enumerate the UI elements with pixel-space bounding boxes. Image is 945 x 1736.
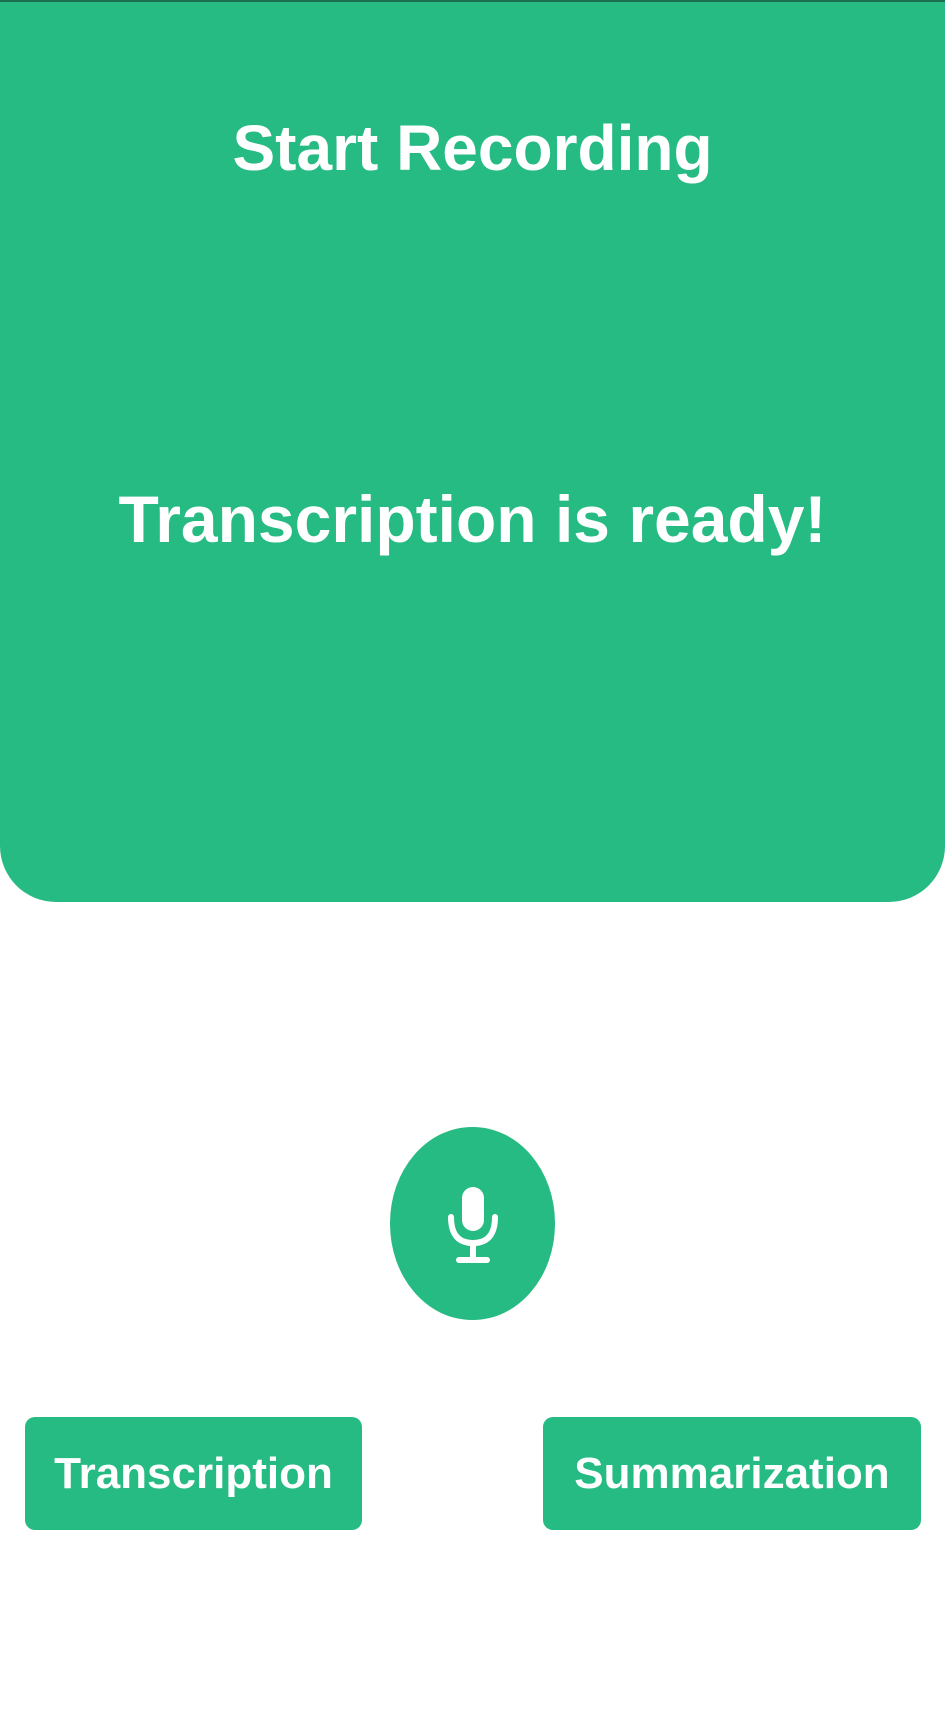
transcription-button[interactable]: Transcription	[25, 1417, 362, 1530]
summarization-button[interactable]: Summarization	[543, 1417, 921, 1530]
top-edge-divider	[0, 0, 945, 2]
app-screen: Start Recording Transcription is ready! …	[0, 0, 945, 1736]
status-message: Transcription is ready!	[118, 482, 827, 556]
microphone-icon	[447, 1186, 498, 1263]
page-title: Start Recording	[232, 112, 713, 184]
record-button[interactable]	[390, 1127, 555, 1320]
header-panel: Start Recording Transcription is ready!	[0, 0, 945, 902]
